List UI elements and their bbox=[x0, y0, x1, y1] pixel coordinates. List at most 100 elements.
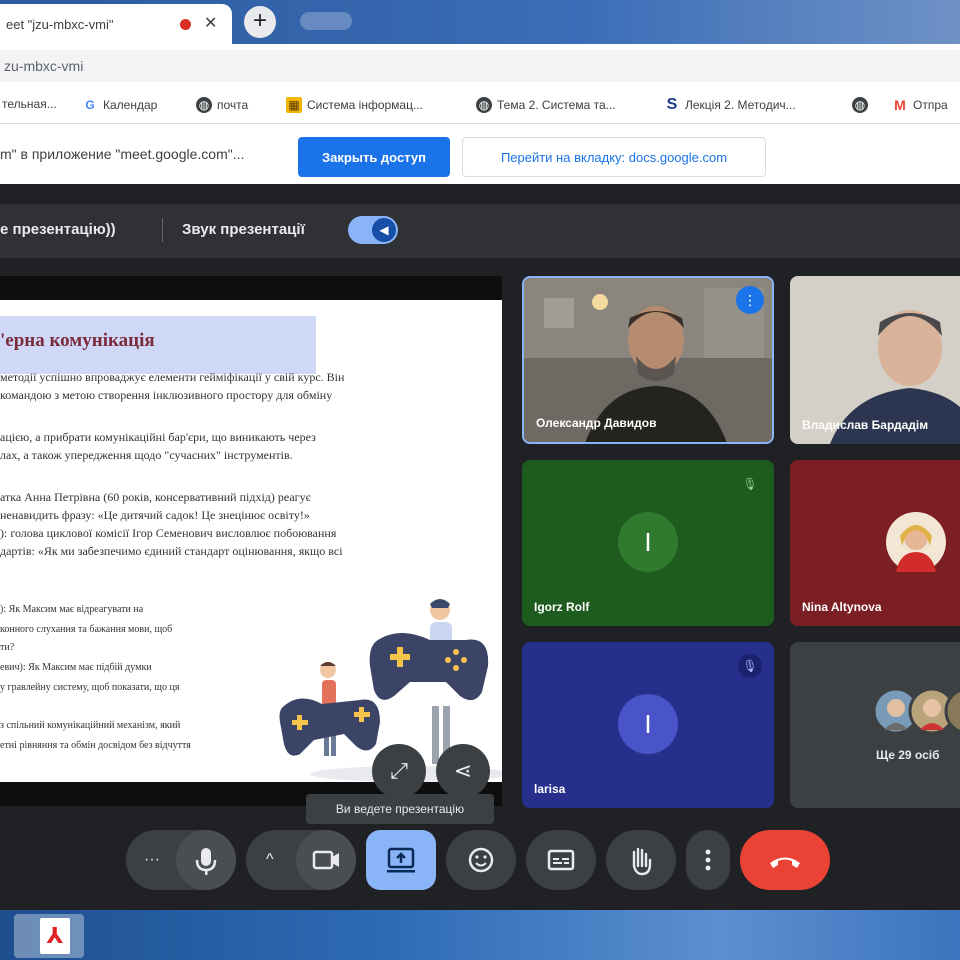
bookmark-label: Календар bbox=[103, 98, 158, 112]
address-bar-area: zu-mbxc-vmi bbox=[0, 44, 960, 88]
participant-name: Владислав Бардадім bbox=[802, 418, 929, 432]
raise-hand-button[interactable] bbox=[606, 830, 676, 890]
presentation-sound-toggle[interactable]: ◀ bbox=[348, 216, 398, 244]
participant-tile[interactable]: Nina Altynova bbox=[790, 460, 960, 626]
mic-control-group: ··· bbox=[126, 830, 236, 890]
bookmarks-bar: тельная... G Календар ◍ почта ▦ Система … bbox=[0, 88, 960, 124]
slide-text-line: ): Як Максим має відреагувати на bbox=[0, 604, 144, 615]
bookmark-item[interactable]: S Лекція 2. Методич... bbox=[664, 97, 796, 113]
participant-name: Igorz Rolf bbox=[534, 600, 590, 614]
bookmark-label: Система інформац... bbox=[307, 98, 423, 112]
bookmark-item[interactable]: тельная... bbox=[2, 97, 57, 111]
avatar: I bbox=[618, 694, 678, 754]
avatar-group bbox=[872, 687, 960, 735]
globe-icon: ◍ bbox=[196, 97, 212, 113]
presentation-bar bbox=[0, 204, 960, 258]
slide-text-line: ацією, а прибрати комунікаційні бар'єри,… bbox=[0, 430, 316, 444]
bookmark-item[interactable]: ◍ bbox=[852, 97, 873, 113]
bookmark-label: почта bbox=[217, 98, 249, 112]
slide-text-line: ): голова циклової комісії Ігор Семенови… bbox=[0, 526, 337, 540]
more-vert-icon bbox=[705, 849, 711, 871]
stop-sharing-button[interactable]: Закрыть доступ bbox=[298, 137, 450, 177]
slide-text-line: у гравлейну систему, щоб показати, що ця bbox=[0, 682, 180, 693]
browser-tab-meet[interactable]: eet "jzu-mbxc-vmi" ✕ bbox=[0, 4, 232, 44]
camera-button[interactable] bbox=[296, 830, 356, 890]
folder-icon: ▦ bbox=[286, 97, 302, 113]
slide-text-line: евич): Як Максим має підбій думки bbox=[0, 662, 152, 673]
address-bar[interactable]: zu-mbxc-vmi bbox=[0, 50, 960, 82]
mic-off-icon: 🎙︎ bbox=[738, 654, 762, 678]
recording-dot-icon bbox=[180, 19, 191, 30]
close-tab-icon[interactable]: ✕ bbox=[204, 13, 217, 33]
browser-tabstrip: eet "jzu-mbxc-vmi" ✕ + bbox=[0, 0, 960, 44]
captions-icon bbox=[547, 849, 575, 871]
share-icon[interactable]: ⋖ bbox=[436, 744, 490, 798]
participant-tile[interactable]: 🎙︎ I Igorz Rolf bbox=[522, 460, 774, 626]
bookmark-item[interactable]: M Отпра bbox=[892, 97, 948, 113]
participant-name: larisa bbox=[534, 782, 566, 796]
leave-call-button[interactable] bbox=[740, 830, 830, 890]
participant-tile[interactable]: 🎙︎ I larisa bbox=[522, 642, 774, 808]
bookmark-label: Тема 2. Система та... bbox=[497, 98, 616, 112]
bookmark-item[interactable]: ▦ Система інформац... bbox=[286, 97, 423, 113]
presenting-tooltip: Ви ведете презентацію bbox=[306, 794, 494, 824]
slide-text-line: ненавидить фразу: «Це дитячий садок! Це … bbox=[0, 508, 310, 522]
screen: eet "jzu-mbxc-vmi" ✕ + zu-mbxc-vmi тельн… bbox=[0, 0, 960, 960]
globe-icon: ◍ bbox=[852, 97, 868, 113]
microphone-button[interactable] bbox=[176, 830, 236, 890]
participant-name: Олександр Давидов bbox=[536, 416, 657, 430]
s-icon: S bbox=[666, 96, 678, 113]
google-icon: G bbox=[85, 98, 95, 112]
hand-icon bbox=[632, 847, 652, 876]
more-participants-tile[interactable]: Ще 29 осіб bbox=[790, 642, 960, 808]
camera-control-group: ^ bbox=[246, 830, 356, 890]
taskbar-pdf-app[interactable]: ⅄ bbox=[14, 914, 84, 958]
slide-text-line: лах, а також упередження щодо "сучасних"… bbox=[0, 448, 293, 462]
slide-title: 'ерна комунікація bbox=[0, 330, 155, 351]
presentation-slide: 'ерна комунікація методії успішно впрова… bbox=[0, 300, 502, 782]
browser-tab-other[interactable] bbox=[300, 12, 352, 30]
slide-text-line: дартів: «Як ми забезпечимо єдиний станда… bbox=[0, 544, 343, 558]
participant-tile[interactable]: Владислав Бардадім bbox=[790, 276, 960, 444]
speaker-icon: ◀ bbox=[372, 218, 396, 242]
slide-text-line: етні рівняння та обмін досвідом без відч… bbox=[0, 740, 191, 751]
bookmark-label: Отпра bbox=[913, 98, 948, 112]
slide-text-line: конного слухання та бажання мови, щоб bbox=[0, 624, 173, 635]
bookmark-item[interactable]: ◍ почта bbox=[196, 97, 248, 113]
chevron-up-icon[interactable]: ^ bbox=[266, 830, 274, 890]
camera-icon bbox=[312, 850, 339, 870]
slide-text-line: командою з метою створення інклюзивного … bbox=[0, 388, 333, 402]
more-options-button[interactable] bbox=[686, 830, 730, 890]
os-taskbar bbox=[0, 910, 960, 960]
new-tab-button[interactable]: + bbox=[244, 6, 276, 38]
slide-text-line: ти? bbox=[0, 642, 15, 653]
captions-button[interactable] bbox=[526, 830, 596, 890]
url-text: zu-mbxc-vmi bbox=[4, 58, 84, 74]
pdf-reader-icon: ⅄ bbox=[40, 918, 70, 954]
speaking-indicator-icon: ⋮ bbox=[736, 286, 764, 314]
present-screen-icon bbox=[387, 847, 415, 873]
participant-tile[interactable]: ⋮ Олександр Давидов bbox=[522, 276, 774, 444]
more-participants-label: Ще 29 осіб bbox=[876, 748, 940, 762]
fullscreen-icon[interactable]: ⤢ bbox=[372, 744, 426, 798]
meet-top-spacer bbox=[0, 184, 960, 204]
bookmark-item[interactable]: ◍ Тема 2. Система та... bbox=[476, 97, 616, 113]
presenting-label[interactable]: е презентацію)) bbox=[0, 221, 116, 238]
present-now-button[interactable] bbox=[366, 830, 436, 890]
reactions-button[interactable] bbox=[446, 830, 516, 890]
divider bbox=[162, 218, 163, 242]
end-call-icon bbox=[770, 857, 800, 868]
slide-text-line: методії успішно впроваджує елементи гейм… bbox=[0, 370, 345, 384]
bookmark-label: тельная... bbox=[2, 97, 57, 111]
more-audio-options-icon[interactable]: ··· bbox=[144, 830, 160, 890]
switch-to-tab-button[interactable]: Перейти на вкладку: docs.google.com bbox=[462, 137, 766, 177]
bookmark-item[interactable]: G Календар bbox=[82, 97, 157, 113]
globe-icon: ◍ bbox=[476, 97, 492, 113]
slide-text-line: з спільний комунікаційний механізм, який bbox=[0, 720, 181, 731]
presentation-sound-label: Звук презентації bbox=[182, 221, 305, 238]
bookmark-label: Лекція 2. Методич... bbox=[685, 98, 796, 112]
mic-off-icon: 🎙︎ bbox=[742, 477, 758, 491]
avatar: I bbox=[618, 512, 678, 572]
slide-text-line: атка Анна Петрівна (60 років, консервати… bbox=[0, 490, 311, 504]
share-message: m" в приложение "meet.google.com"... bbox=[0, 146, 245, 162]
